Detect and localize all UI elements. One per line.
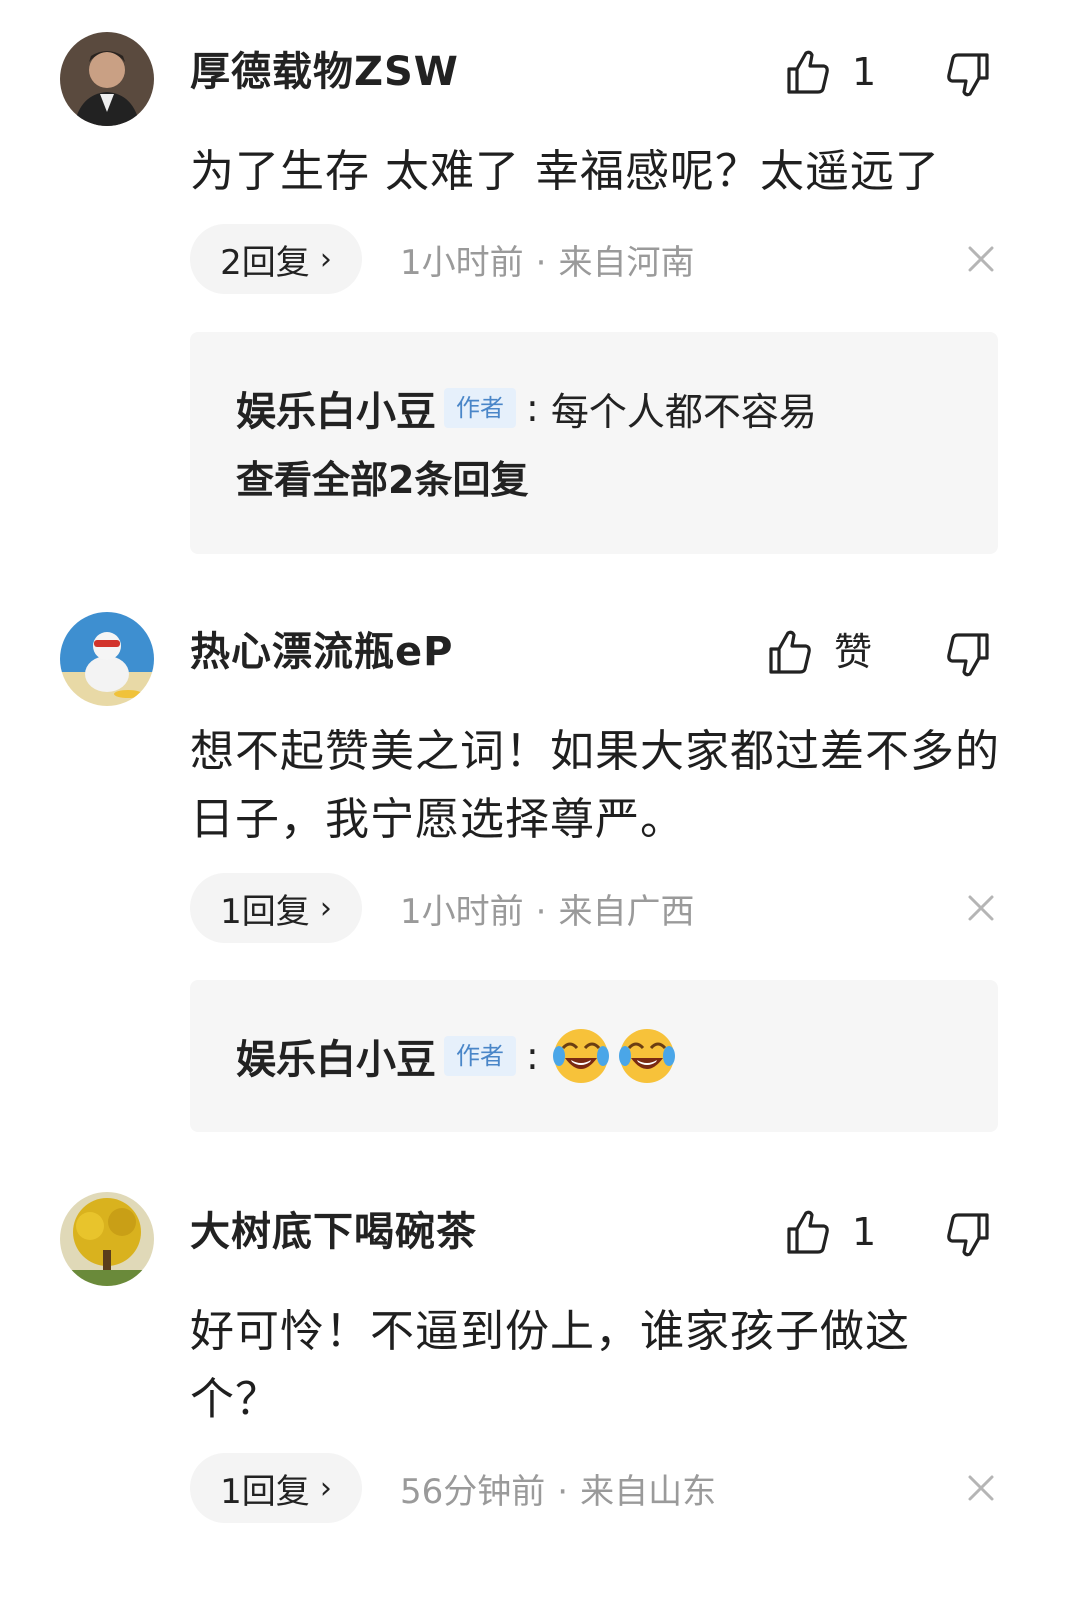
meta-text: 1小时前 · 来自河南 [400,235,694,284]
timestamp: 1小时前 [400,242,524,283]
meta-separator: · [535,891,547,932]
comment-meta: 2回复 › 1小时前 · 来自河南 [190,224,1010,294]
reply-count-label: 1回复 [220,891,310,932]
comment-text: 好可怜！不逼到份上，谁家孩子做这个？ [190,1306,910,1425]
thumbs-up-icon [786,49,830,95]
reply-line: 娱乐白小豆 作者 : [236,1026,683,1086]
user-avatar[interactable] [60,612,154,706]
like-count: 1 [852,50,877,94]
comment-meta: 1回复 › 1小时前 · 来自广西 [190,873,1010,943]
thumbs-up-icon [786,1209,830,1255]
username[interactable]: 热心漂流瓶eP [190,624,453,680]
chevron-right-icon: › [319,890,332,926]
user-avatar[interactable] [60,1192,154,1286]
see-all-replies-link[interactable]: 查看全部2条回复 [236,450,528,510]
chevron-right-icon: › [319,1470,332,1506]
location: 来自河南 [558,242,695,283]
thumbs-down-icon[interactable] [946,1212,990,1258]
meta-text: 1小时前 · 来自广西 [400,884,694,933]
reply-preview-box[interactable]: 娱乐白小豆 作者 : [190,980,998,1132]
crying-laughing-emoji-icon [551,1026,611,1086]
colon: : [526,1034,539,1078]
meta-text: 56分钟前 · 来自山东 [400,1464,716,1513]
reply-count-button[interactable]: 1回复 › [190,1453,362,1523]
reply-count-button[interactable]: 2回复 › [190,224,362,294]
crying-laughing-emoji-icon [617,1026,677,1086]
reply-count-button[interactable]: 1回复 › [190,873,362,943]
colon: : [526,386,539,430]
reply-preview-box[interactable]: 娱乐白小豆 作者 : 每个人都不容易 查看全部2条回复 [190,332,998,554]
thumbs-down-icon[interactable] [946,632,990,678]
timestamp: 56分钟前 [400,1471,546,1512]
close-icon[interactable] [960,1467,1002,1509]
meta-separator: · [535,242,547,283]
comment-text: 想不起赞美之词！如果大家都过差不多的日子，我宁愿选择尊严。 [190,726,1000,845]
location: 来自山东 [580,1471,717,1512]
like-button[interactable]: 赞 [768,624,872,680]
location: 来自广西 [558,891,695,932]
reply-count-label: 1回复 [220,1471,310,1512]
like-button[interactable]: 1 [786,1204,876,1260]
reply-author[interactable]: 娱乐白小豆 [236,379,436,437]
username[interactable]: 大树底下喝碗茶 [190,1204,477,1260]
chevron-right-icon: › [319,241,332,277]
reply-line: 娱乐白小豆 作者 : 每个人都不容易 [236,378,817,438]
reply-text: 每个人都不容易 [550,389,817,434]
like-count: 1 [852,1210,877,1254]
author-badge: 作者 [444,1036,516,1076]
username[interactable]: 厚德载物ZSW [190,44,459,100]
like-button[interactable]: 1 [786,44,876,100]
meta-separator: · [557,1471,569,1512]
thumbs-down-icon[interactable] [946,52,990,98]
thumbs-up-icon [768,629,812,675]
reply-author[interactable]: 娱乐白小豆 [236,1027,436,1085]
close-icon[interactable] [960,238,1002,280]
close-icon[interactable] [960,887,1002,929]
user-avatar[interactable] [60,32,154,126]
timestamp: 1小时前 [400,891,524,932]
comment-meta: 1回复 › 56分钟前 · 来自山东 [190,1453,1010,1523]
reply-count-label: 2回复 [220,242,310,283]
author-badge: 作者 [444,388,516,428]
comment-text: 为了生存 太难了 幸福感呢？太遥远了 [190,146,940,197]
like-label: 赞 [834,630,873,674]
